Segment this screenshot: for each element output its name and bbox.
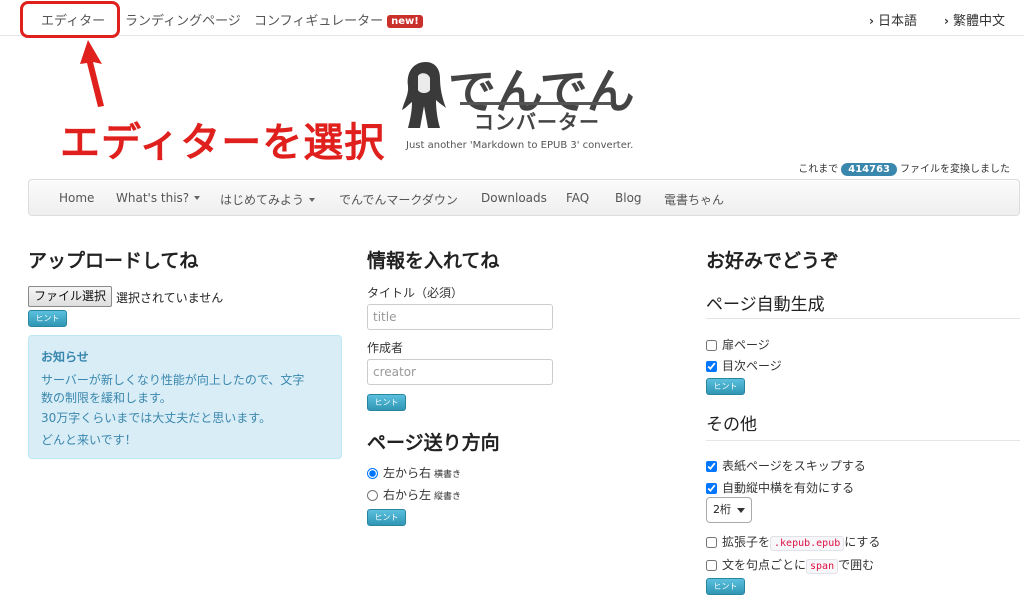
lang-zh-link[interactable]: › 繁體中文 bbox=[944, 10, 1005, 29]
creator-label: 作成者 bbox=[367, 341, 404, 355]
digits-select[interactable]: 2桁 bbox=[706, 497, 752, 523]
section-divider bbox=[706, 318, 1020, 319]
direction-hint-button[interactable]: ヒント bbox=[367, 509, 406, 526]
upload-hint-button[interactable]: ヒント bbox=[28, 310, 67, 327]
direction-rtl-label: 右から左 bbox=[383, 488, 432, 502]
nav-whats-this-label: What's this? bbox=[116, 191, 190, 205]
caret-down-icon bbox=[194, 196, 201, 200]
counter-prefix: これまで bbox=[798, 164, 839, 175]
span-label-suffix: で囲む bbox=[838, 558, 875, 572]
highlight-box bbox=[20, 1, 120, 38]
top-bar: エディター ランディングページ コンフィギュレーター new! › 日本語 › 繁體中… bbox=[0, 0, 1024, 36]
cover-page-label: 扉ページ bbox=[722, 338, 770, 352]
direction-heading: ページ送り方向 bbox=[367, 432, 500, 454]
title-input[interactable] bbox=[367, 304, 553, 330]
file-select-button[interactable]: ファイル選択 bbox=[28, 286, 112, 307]
tcy-label: 自動縦中横を有効にする bbox=[722, 481, 855, 495]
digits-value: 2桁 bbox=[713, 503, 731, 516]
direction-ltr-option[interactable]: 左から右 横書き bbox=[367, 464, 461, 481]
prefs-heading: お好みでどうぞ bbox=[706, 250, 840, 272]
annotation-label: エディターを選択 bbox=[60, 120, 386, 166]
denden-mascot-icon bbox=[402, 62, 446, 128]
skip-cover-option[interactable]: 表紙ページをスキップする bbox=[706, 457, 866, 474]
nav-getting-started-label: はじめてみよう bbox=[220, 193, 305, 207]
notice-line: サーバーが新しくなり性能が向上したので、文字 bbox=[41, 373, 305, 387]
main-navbar: Home What's this? はじめてみよう でんでんマークダウン Dow… bbox=[28, 179, 1020, 216]
nav-configurator-link[interactable]: コンフィギュレーター new! bbox=[254, 10, 423, 29]
logo-divider bbox=[460, 102, 612, 105]
autogen-heading: ページ自動生成 bbox=[706, 295, 825, 315]
nav-landing-link[interactable]: ランディングページ bbox=[125, 10, 241, 29]
lang-ja-link[interactable]: › 日本語 bbox=[869, 10, 917, 29]
skip-cover-checkbox[interactable] bbox=[706, 461, 717, 472]
lang-ja-label: 日本語 bbox=[877, 14, 917, 29]
notice-line: 数の制限を緩和します。 bbox=[41, 391, 172, 405]
direction-rtl-note: 縦書き bbox=[434, 492, 462, 502]
arrow-icon bbox=[80, 40, 104, 107]
logo-subtitle: コンバーター bbox=[474, 110, 600, 134]
info-heading: 情報を入れてね bbox=[367, 250, 500, 272]
cover-page-checkbox[interactable] bbox=[706, 340, 717, 351]
nav-denshochan[interactable]: 電書ちゃん bbox=[664, 191, 724, 208]
direction-ltr-note: 横書き bbox=[434, 470, 462, 480]
notice-box: お知らせ サーバーが新しくなり性能が向上したので、文字 数の制限を緩和します。 … bbox=[28, 335, 342, 459]
nav-getting-started[interactable]: はじめてみよう bbox=[220, 191, 316, 208]
info-hint-button[interactable]: ヒント bbox=[367, 394, 406, 411]
other-heading: その他 bbox=[706, 415, 757, 435]
kepub-code: .kepub.epub bbox=[770, 536, 845, 551]
counter-badge: 414763 bbox=[841, 163, 897, 176]
conversion-counter: これまで 414763 ファイルを変換しました bbox=[798, 160, 1010, 176]
chevron-right-icon: › bbox=[944, 14, 949, 28]
lang-zh-label: 繁體中文 bbox=[952, 14, 1005, 29]
toc-page-option[interactable]: 目次ページ bbox=[706, 357, 782, 374]
nav-denden-markdown[interactable]: でんでんマークダウン bbox=[339, 191, 458, 208]
kepub-option[interactable]: 拡張子を .kepub.epub にする bbox=[706, 533, 881, 551]
tcy-checkbox[interactable] bbox=[706, 483, 717, 494]
direction-ltr-radio[interactable] bbox=[367, 468, 378, 479]
section-divider bbox=[706, 440, 1020, 441]
cover-page-option[interactable]: 扉ページ bbox=[706, 336, 770, 353]
nav-whats-this[interactable]: What's this? bbox=[116, 191, 201, 205]
title-label: タイトル（必須） bbox=[367, 286, 464, 300]
span-checkbox[interactable] bbox=[706, 560, 717, 571]
chevron-right-icon: › bbox=[869, 14, 874, 28]
toc-page-checkbox[interactable] bbox=[706, 361, 717, 372]
nav-downloads[interactable]: Downloads bbox=[481, 191, 547, 205]
logo-tagline: Just another 'Markdown to EPUB 3' conver… bbox=[406, 140, 634, 151]
autogen-hint-button[interactable]: ヒント bbox=[706, 378, 745, 395]
kepub-label-suffix: にする bbox=[844, 535, 881, 549]
tcy-option[interactable]: 自動縦中横を有効にする bbox=[706, 479, 854, 496]
file-status: 選択されていません bbox=[116, 291, 224, 305]
new-badge: new! bbox=[387, 15, 423, 28]
configurator-label: コンフィギュレーター bbox=[254, 14, 384, 29]
direction-ltr-label: 左から右 bbox=[383, 466, 432, 480]
nav-home[interactable]: Home bbox=[59, 191, 94, 205]
counter-suffix: ファイルを変換しました bbox=[900, 164, 1010, 175]
span-label-prefix: 文を句点ごとに bbox=[722, 558, 807, 572]
other-hint-button[interactable]: ヒント bbox=[706, 578, 745, 595]
caret-down-icon bbox=[309, 198, 316, 202]
span-option[interactable]: 文を句点ごとに span で囲む bbox=[706, 556, 875, 574]
toc-page-label: 目次ページ bbox=[722, 359, 782, 373]
creator-input[interactable] bbox=[367, 359, 553, 385]
kepub-checkbox[interactable] bbox=[706, 537, 717, 548]
notice-line: どんと来いです！ bbox=[41, 433, 137, 447]
span-code: span bbox=[806, 559, 839, 574]
kepub-label-prefix: 拡張子を bbox=[722, 535, 771, 549]
chevron-down-icon bbox=[737, 508, 745, 513]
notice-title: お知らせ bbox=[41, 350, 89, 364]
upload-heading: アップロードしてね bbox=[28, 250, 199, 272]
direction-rtl-radio[interactable] bbox=[367, 490, 378, 501]
notice-line: 30万字くらいまでは大丈夫だと思います。 bbox=[41, 411, 272, 425]
skip-cover-label: 表紙ページをスキップする bbox=[722, 459, 866, 473]
nav-blog[interactable]: Blog bbox=[615, 191, 642, 205]
nav-faq[interactable]: FAQ bbox=[566, 191, 589, 205]
direction-rtl-option[interactable]: 右から左 縦書き bbox=[367, 486, 461, 503]
